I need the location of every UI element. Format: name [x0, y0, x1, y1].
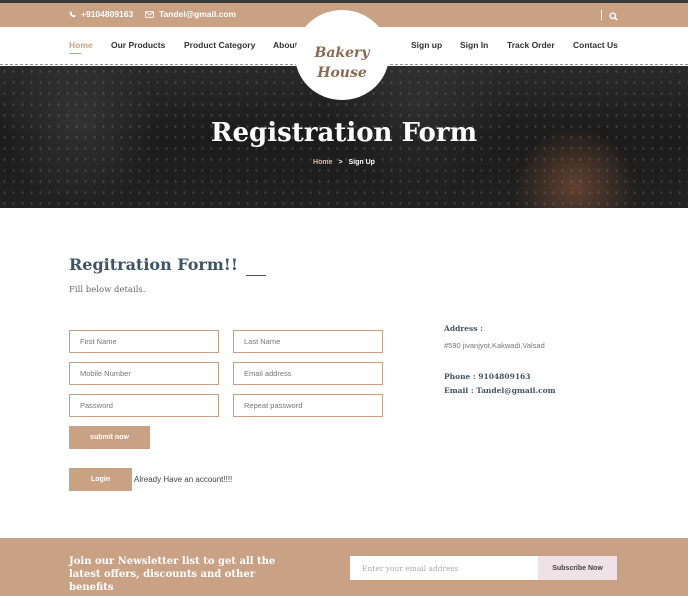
- top-divider: [601, 10, 602, 20]
- top-email[interactable]: Tandel@gmail.com: [145, 9, 236, 19]
- search-button[interactable]: [609, 8, 618, 26]
- breadcrumb: Home > Sign Up: [0, 159, 688, 166]
- form-heading: Regitration Form!!: [69, 255, 266, 276]
- logo-line-2: House: [317, 65, 367, 81]
- address-label: Address :: [444, 324, 483, 333]
- login-button[interactable]: Login: [69, 468, 132, 491]
- newsletter-email-input[interactable]: [350, 556, 538, 580]
- last-name-field[interactable]: [233, 330, 383, 353]
- newsletter-text: Join our Newsletter list to get all the …: [69, 556, 276, 593]
- form-heading-text: Regitration Form!!: [69, 255, 238, 274]
- nav-our-products[interactable]: Our Products: [111, 40, 165, 50]
- nav-product-category[interactable]: Product Category: [184, 40, 255, 50]
- mobile-number-field[interactable]: [69, 362, 219, 385]
- phone-icon: [69, 11, 76, 17]
- heading-underline: [245, 275, 266, 276]
- login-note: Already Have an account!!!!: [134, 475, 233, 484]
- search-icon: [609, 12, 618, 21]
- top-phone-text: +9104809163: [81, 9, 134, 19]
- top-phone[interactable]: +9104809163: [69, 9, 133, 19]
- nav-home[interactable]: Home: [69, 40, 93, 54]
- submit-button[interactable]: submit now: [69, 426, 150, 449]
- site-logo[interactable]: Bakery House: [295, 10, 389, 100]
- breadcrumb-current: Sign Up: [348, 159, 375, 166]
- nav-sign-up[interactable]: Sign up: [411, 40, 442, 50]
- address-text: #590 jivanjyot,Kakwadi,Valsad: [444, 341, 545, 350]
- breadcrumb-separator: >: [338, 159, 343, 166]
- email-info: Email : Tandel@gmail.com: [444, 386, 556, 395]
- newsletter-bar: Join our Newsletter list to get all the …: [0, 538, 688, 596]
- nav-contact-us[interactable]: Contact Us: [573, 40, 618, 50]
- nav-sign-in[interactable]: Sign In: [460, 40, 488, 50]
- form-subtitle: Fill below details.: [69, 285, 146, 295]
- password-field[interactable]: [69, 394, 219, 417]
- repeat-password-field[interactable]: [233, 394, 383, 417]
- nav-track-order[interactable]: Track Order: [507, 40, 555, 50]
- breadcrumb-home[interactable]: Home: [313, 159, 332, 166]
- page-title: Registration Form: [210, 118, 478, 148]
- envelope-icon: [145, 10, 154, 18]
- phone-info: Phone : 9104809163: [444, 372, 531, 381]
- first-name-field[interactable]: [69, 330, 219, 353]
- subscribe-button[interactable]: Subscribe Now: [538, 556, 617, 580]
- top-email-text: Tandel@gmail.com: [159, 9, 237, 19]
- logo-line-1: Bakery: [314, 45, 370, 61]
- email-field[interactable]: [233, 362, 383, 385]
